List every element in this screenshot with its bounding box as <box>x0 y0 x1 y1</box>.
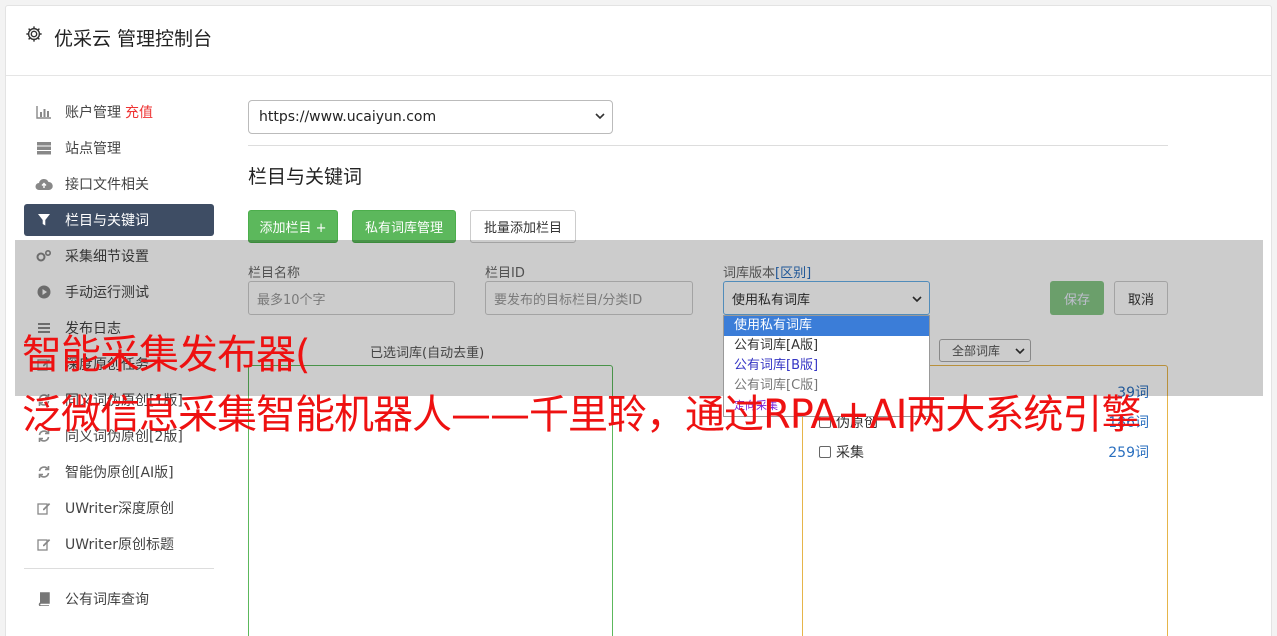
book-icon <box>35 590 53 608</box>
list-item[interactable]: 采集 259词 <box>819 442 1149 462</box>
section-title: 栏目与关键词 <box>248 166 363 188</box>
sidebar-item-label: 站点管理 <box>65 141 121 157</box>
watermark-line-1: 智能采集发布器( <box>22 332 311 378</box>
sidebar-item-columns[interactable]: 栏目与关键词 <box>24 204 214 236</box>
filter-icon <box>35 211 53 229</box>
sidebar-item-label: UWriter原创标题 <box>65 537 174 553</box>
chevron-down-icon <box>595 113 605 120</box>
server-icon <box>35 139 53 157</box>
sidebar-item-label: UWriter深度原创 <box>65 501 174 517</box>
lib-name: 采集 <box>836 445 864 461</box>
sidebar-item-label: 账户管理 <box>65 105 121 121</box>
sidebar-item-label: 接口文件相关 <box>65 177 149 193</box>
watermark-line-2: 泛微信息采集智能机器人——千里聆，通过RPA+AI两大系统引擎 <box>22 392 1141 438</box>
private-lib-button[interactable]: 私有词库管理 <box>352 210 456 243</box>
batch-add-button[interactable]: 批量添加栏目 <box>470 210 576 243</box>
refresh-icon <box>35 463 53 481</box>
page-title: 优采云 管理控制台 <box>54 28 213 50</box>
dropdown-option[interactable]: 使用私有词库 <box>724 316 929 336</box>
sidebar-item-public-lib[interactable]: 公有词库查询 <box>24 583 214 615</box>
bar-chart-icon <box>35 103 53 121</box>
checkbox[interactable] <box>819 446 831 458</box>
dropdown-option[interactable]: 公有词库[B版] <box>724 356 929 376</box>
edit-icon <box>35 535 53 553</box>
sidebar-item-label: 栏目与关键词 <box>65 213 149 229</box>
sidebar-divider <box>24 568 214 569</box>
divider <box>248 145 1168 146</box>
add-column-button[interactable]: 添加栏目 + <box>248 210 338 243</box>
sidebar-item-account[interactable]: 账户管理 充值 <box>24 96 214 128</box>
lib-count: 259词 <box>1108 445 1149 461</box>
sidebar-item-label: 智能伪原创[AI版] <box>65 465 174 481</box>
sidebar-item-sites[interactable]: 站点管理 <box>24 132 214 164</box>
sidebar-item-ai-pseudo[interactable]: 智能伪原创[AI版] <box>24 456 214 488</box>
edit-icon <box>35 499 53 517</box>
site-select-value: https://www.ucaiyun.com <box>259 109 437 125</box>
cloud-upload-icon <box>35 175 53 193</box>
sidebar-item-interface[interactable]: 接口文件相关 <box>24 168 214 200</box>
gear-icon <box>26 26 42 42</box>
sidebar-item-uwriter-title[interactable]: UWriter原创标题 <box>24 528 214 560</box>
recharge-link[interactable]: 充值 <box>125 102 153 122</box>
header: 优采云 管理控制台 <box>6 6 1271 76</box>
sidebar-item-uwriter-deep[interactable]: UWriter深度原创 <box>24 492 214 524</box>
sidebar-item-label: 公有词库查询 <box>65 592 149 608</box>
site-select[interactable]: https://www.ucaiyun.com <box>248 100 613 134</box>
dropdown-option[interactable]: 公有词库[A版] <box>724 336 929 356</box>
